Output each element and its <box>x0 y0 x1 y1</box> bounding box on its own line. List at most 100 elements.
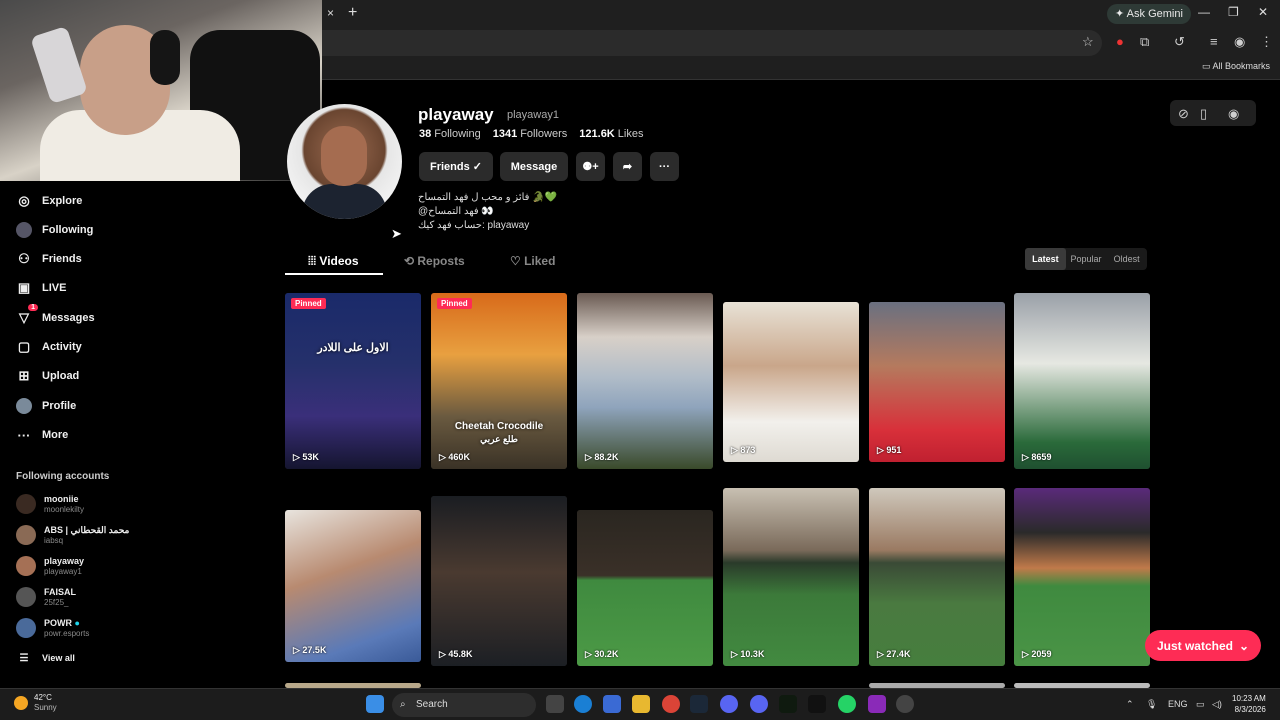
avatar-icon[interactable]: ◉ <box>1228 106 1239 122</box>
puzzle-icon[interactable]: ⧉ <box>1140 34 1149 50</box>
just-watched-button[interactable]: Just watched ⌄ <box>1145 630 1261 661</box>
share-button[interactable]: ➦ <box>613 152 642 181</box>
sidebar-item-profile[interactable]: Profile <box>16 395 156 417</box>
close-window-icon[interactable]: ✕ <box>1258 5 1268 19</box>
windows-start-icon[interactable] <box>366 695 384 713</box>
network-icon[interactable]: ▭ <box>1196 699 1205 710</box>
sidebar-item-live[interactable]: ▣ LIVE <box>16 277 156 299</box>
following-account[interactable]: playaway playaway1 <box>16 553 84 579</box>
video-caption: الاول على اللادر <box>317 342 389 354</box>
sidebar-item-more[interactable]: ··· More <box>16 424 156 446</box>
sidebar-item-explore[interactable]: ◎ Explore <box>16 190 156 212</box>
discord-ptb-icon[interactable] <box>750 695 768 713</box>
video-card[interactable]: Pinned Cheetah Crocodile طلع عربي ▷ 460K <box>431 293 567 469</box>
video-card[interactable]: ▷ 873 <box>723 302 859 462</box>
friends-button[interactable]: Friends ✓ <box>419 152 493 181</box>
star-icon[interactable]: ☆ <box>1082 34 1094 50</box>
obs-icon[interactable] <box>896 695 914 713</box>
video-card[interactable]: ▷ 27.4K <box>869 488 1005 666</box>
tab-videos[interactable]: ⦙⦙⦙ Videos <box>308 254 359 269</box>
history-icon[interactable]: ↺ <box>1174 34 1185 50</box>
store-icon[interactable] <box>603 695 621 713</box>
tab-label: Reposts <box>417 254 465 268</box>
view-count-value: 88.2K <box>594 452 619 462</box>
discord-icon[interactable] <box>720 695 738 713</box>
followers-label: Followers <box>520 128 568 140</box>
whatsapp-icon[interactable] <box>838 695 856 713</box>
share-icon: ➦ <box>622 161 633 173</box>
edge-icon[interactable] <box>574 695 592 713</box>
sidebar-item-upload[interactable]: ⊞ Upload <box>16 365 156 387</box>
sidebar-item-friends[interactable]: ⚇ Friends <box>16 248 156 270</box>
steam-icon[interactable] <box>690 695 708 713</box>
sidebar-item-activity[interactable]: ▢ Activity <box>16 336 156 358</box>
account-avatar-icon[interactable]: ◉ <box>1234 34 1245 50</box>
video-card[interactable]: ▷ 27.5K <box>285 510 421 662</box>
mouse-cursor-icon: ➤ <box>391 226 402 241</box>
tab-liked[interactable]: ♡ Liked <box>510 254 555 268</box>
all-bookmarks-button[interactable]: ▭ All Bookmarks <box>1202 61 1270 72</box>
address-bar[interactable] <box>322 30 1102 56</box>
message-button[interactable]: Message <box>500 152 568 181</box>
weather-widget[interactable]: 42°C Sunny <box>14 693 57 713</box>
tab-reposts[interactable]: ⟲ Reposts <box>404 254 465 268</box>
view-count-value: 27.5K <box>302 645 327 655</box>
extension-icon[interactable]: ● <box>1116 34 1124 49</box>
menu-icon[interactable]: ⋮ <box>1260 34 1273 50</box>
video-card[interactable]: ▷ 88.2K <box>577 293 713 469</box>
more-icon: ··· <box>17 427 31 443</box>
ask-gemini-button[interactable]: ✦ Ask Gemini <box>1107 4 1191 24</box>
following-stat[interactable]: 38 Following <box>419 128 481 140</box>
tray-chevron-icon[interactable]: ⌃ <box>1126 699 1134 710</box>
following-account[interactable]: ABS | محمد القحطاني iabsq <box>16 522 129 548</box>
video-card[interactable]: Pinned الاول على اللادر ▷ 53K <box>285 293 421 469</box>
video-card[interactable]: ▷ 8659 <box>1014 293 1150 469</box>
microphone-icon[interactable]: 🎙 <box>1146 699 1157 710</box>
video-card[interactable]: ▷ 951 <box>869 302 1005 462</box>
app-icon[interactable] <box>808 695 826 713</box>
followers-stat[interactable]: 1341 Followers <box>493 128 568 140</box>
view-count-value: 460K <box>448 452 470 462</box>
sidebar-item-following[interactable]: Following <box>16 219 156 241</box>
taskbar-search[interactable]: ⌕ Search <box>392 693 536 717</box>
media-icon[interactable]: ≡ <box>1210 34 1218 49</box>
account-name: mooniie <box>44 493 79 504</box>
view-count-value: 2059 <box>1031 649 1052 659</box>
following-account[interactable]: POWR ● powr.esports <box>16 615 89 641</box>
volume-icon[interactable]: ◁) <box>1212 699 1222 710</box>
tab-close-button[interactable]: × <box>327 6 334 20</box>
compass-icon[interactable]: ⊘ <box>1178 106 1189 122</box>
video-card[interactable]: ▷ 45.8K <box>431 496 567 666</box>
video-thumbnail <box>723 488 859 666</box>
following-account[interactable]: FAISAL 25f25_ <box>16 584 76 610</box>
video-card[interactable]: ▷ 10.3K <box>723 488 859 666</box>
view-all-button[interactable]: ☰ View all <box>16 647 156 669</box>
twitch-icon[interactable] <box>868 695 886 713</box>
restore-icon[interactable]: ❐ <box>1228 5 1239 19</box>
add-friend-button[interactable]: ⚉+ <box>576 152 605 181</box>
sort-oldest[interactable]: Oldest <box>1106 248 1147 270</box>
chrome-icon[interactable] <box>662 695 680 713</box>
sidebar: ◎ Explore Following ⚇ Friends ▣ LIVE ▽ 1 … <box>0 181 160 686</box>
kick-icon[interactable] <box>779 695 797 713</box>
weather-desc: Sunny <box>34 703 57 712</box>
device-icon[interactable]: ▯ <box>1200 106 1207 122</box>
video-card[interactable]: ▷ 30.2K <box>577 510 713 666</box>
minimize-icon[interactable]: — <box>1198 5 1210 19</box>
language-indicator[interactable]: ENG <box>1168 699 1188 709</box>
taskbar-clock[interactable]: 10:23 AM 8/3/2026 <box>1232 693 1266 715</box>
sort-popular[interactable]: Popular <box>1066 248 1107 270</box>
view-count: ▷ 873 <box>731 445 756 455</box>
task-view-icon[interactable] <box>546 695 564 713</box>
sidebar-item-label: More <box>42 429 69 441</box>
bio-line: حساب فهد كيك: playaway <box>418 220 530 231</box>
sort-latest[interactable]: Latest <box>1025 248 1066 270</box>
sidebar-item-messages[interactable]: ▽ 1 Messages <box>16 304 156 329</box>
video-thumbnail <box>723 302 859 462</box>
new-tab-button[interactable]: + <box>348 4 357 22</box>
following-icon <box>16 222 32 238</box>
more-options-button[interactable]: ··· <box>650 152 679 181</box>
video-card[interactable]: ▷ 2059 <box>1014 488 1150 666</box>
following-account[interactable]: mooniie moonlekilty <box>16 491 84 517</box>
folder-icon[interactable] <box>632 695 650 713</box>
